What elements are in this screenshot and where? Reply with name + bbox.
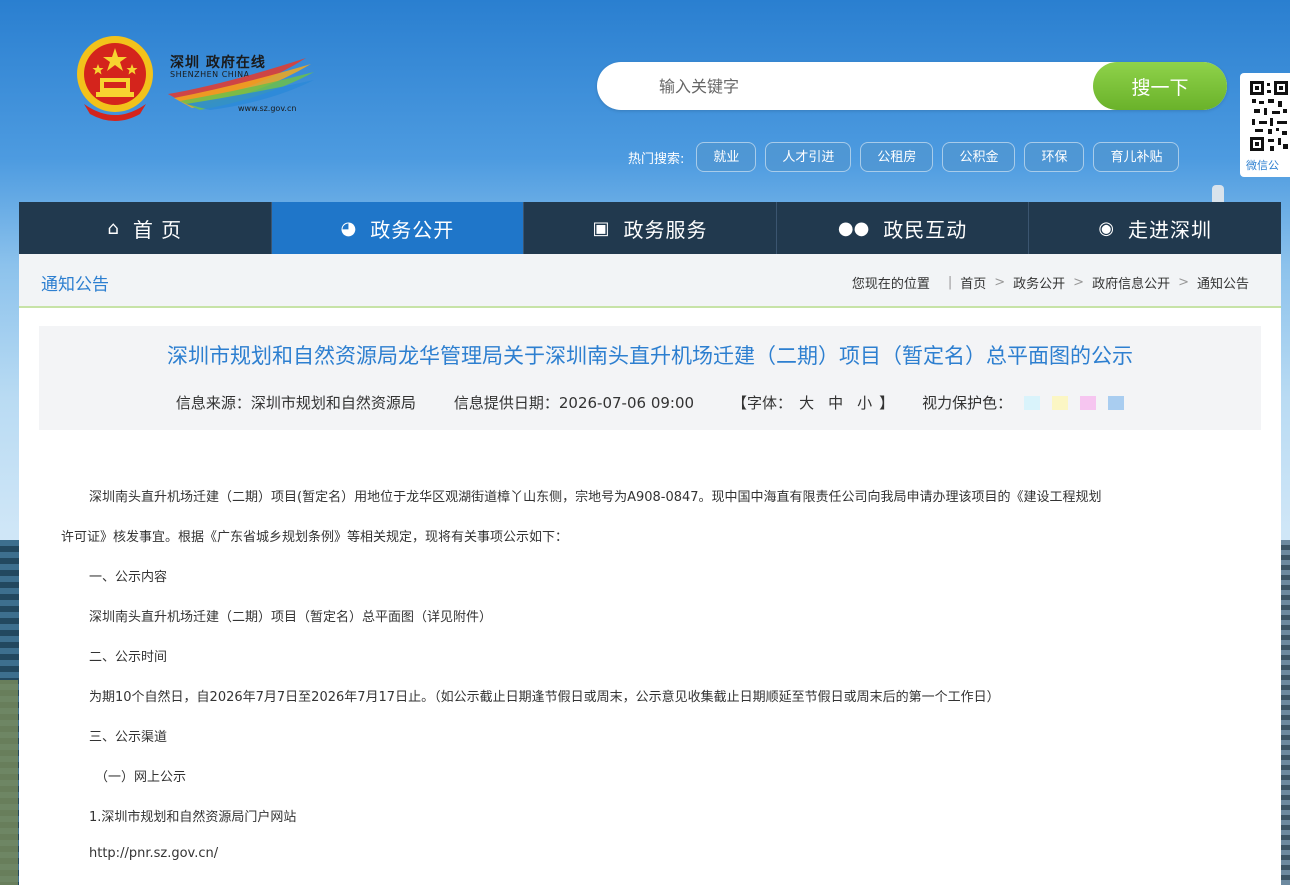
- site-logo[interactable]: 深圳 政府在线 SHENZHEN CHINA www.sz.gov.cn: [166, 50, 316, 116]
- sub-heading: （一）网上公示: [95, 770, 187, 785]
- hot-searches: 热门搜索: 就业 人才引进 公租房 公积金 环保 育儿补贴: [628, 142, 1188, 172]
- breadcrumb-lead: 您现在的位置: [851, 277, 930, 292]
- article-paragraph: 深圳南头直升机场迁建（二期）项目(暂定名）用地位于龙华区观湖街道樟丫山东侧，宗地…: [89, 490, 1102, 505]
- eye-color-yellow-swatch[interactable]: [1052, 395, 1069, 410]
- font-size-small[interactable]: 小: [857, 392, 872, 413]
- breadcrumb-divider: |: [947, 275, 953, 290]
- info-source: 信息来源：深圳市规划和自然资源局: [175, 394, 416, 412]
- logo-url: www.sz.gov.cn: [238, 104, 297, 113]
- breadcrumb-government-affairs[interactable]: 政务公开: [1013, 273, 1065, 292]
- nav-interaction[interactable]: ●● 政民互动: [777, 202, 1030, 254]
- eye-color-pink-swatch[interactable]: [1080, 395, 1097, 410]
- hot-tag-environment[interactable]: 环保: [1024, 142, 1085, 172]
- eye-color-cyan-swatch[interactable]: [1024, 395, 1041, 410]
- font-size-medium[interactable]: 中: [828, 392, 843, 413]
- font-size-large[interactable]: 大: [799, 392, 814, 413]
- nav-government-affairs-label: 政务公开: [370, 217, 455, 242]
- eye-color-blue-swatch[interactable]: [1108, 395, 1125, 410]
- info-date: 信息提供日期：2026-07-06 09:00: [453, 394, 695, 412]
- search-box: 搜一下: [597, 62, 1227, 110]
- wechat-qr-panel[interactable]: 微信公: [1240, 73, 1290, 177]
- nav-government-services-label: 政务服务: [623, 217, 708, 242]
- section-title: 通知公告: [41, 275, 109, 295]
- breadcrumb-separator: >: [1178, 275, 1189, 290]
- nav-government-affairs[interactable]: ◕ 政务公开: [271, 202, 525, 254]
- hot-tag-childcare-subsidy[interactable]: 育儿补贴: [1093, 142, 1180, 172]
- chat-icon: ◉: [1098, 217, 1115, 239]
- people-icon: ●●: [837, 217, 870, 239]
- hot-tag-housing-fund[interactable]: 公积金: [942, 142, 1016, 172]
- breadcrumb-bar: 通知公告 您现在的位置 | 首页 > 政务公开 > 政府信息公开 > 通知公告: [19, 254, 1281, 308]
- section-heading: 一、公示内容: [89, 570, 168, 585]
- qr-code-icon: [1250, 81, 1290, 153]
- article-header: 深圳市规划和自然资源局龙华管理局关于深圳南头直升机场迁建（二期）项目（暂定名）总…: [39, 326, 1261, 430]
- hot-tag-talent[interactable]: 人才引进: [765, 142, 852, 172]
- home-icon: ⌂: [107, 217, 119, 239]
- breadcrumb: 您现在的位置 | 首页 > 政务公开 > 政府信息公开 > 通知公告: [852, 273, 1249, 292]
- section-heading: 三、公示渠道: [89, 730, 168, 745]
- breadcrumb-separator: >: [994, 275, 1006, 290]
- article-paragraph: 为期10个自然日，自2026年7月7日至2026年7月17日止。（如公示截止日期…: [89, 690, 1000, 705]
- section-heading: 二、公示时间: [89, 650, 168, 665]
- breadcrumb-home[interactable]: 首页: [960, 273, 986, 292]
- article-meta: 信息来源：深圳市规划和自然资源局 信息提供日期：2026-07-06 09:00…: [39, 392, 1261, 413]
- nav-government-services[interactable]: ▣ 政务服务: [524, 202, 777, 254]
- background-building-left-2: [0, 680, 18, 885]
- eye-protection-label: 视力保护色：: [922, 394, 1013, 412]
- article-content: 深圳市规划和自然资源局龙华管理局关于深圳南头直升机场迁建（二期）项目（暂定名）总…: [19, 308, 1281, 885]
- article-title: 深圳市规划和自然资源局龙华管理局关于深圳南头直升机场迁建（二期）项目（暂定名）总…: [167, 344, 1133, 368]
- nav-home-label: 首 页: [132, 217, 183, 242]
- hot-tag-public-housing[interactable]: 公租房: [860, 142, 934, 172]
- breadcrumb-notices[interactable]: 通知公告: [1197, 273, 1249, 292]
- monitor-icon: ▣: [592, 217, 610, 239]
- nav-about-shenzhen[interactable]: ◉ 走进深圳: [1029, 202, 1281, 254]
- logo-ribbon-icon: [168, 58, 314, 110]
- article-paragraph: 许可证》核发事宜。根据《广东省城乡规划条例》等相关规定，现将有关事项公示如下：: [61, 530, 569, 545]
- search-button[interactable]: 搜一下: [1093, 62, 1227, 110]
- website-link[interactable]: http://pnr.sz.gov.cn/: [89, 846, 218, 861]
- article-paragraph: 深圳南头直升机场迁建（二期）项目（暂定名）总平面图（详见附件）: [89, 610, 493, 625]
- hot-search-label: 热门搜索:: [628, 151, 685, 167]
- search-input[interactable]: [637, 62, 1087, 110]
- qr-label: 微信公: [1246, 159, 1279, 172]
- nav-home[interactable]: ⌂ 首 页: [19, 202, 272, 254]
- breadcrumb-separator: >: [1073, 275, 1085, 290]
- font-size-label: 【字体：: [732, 394, 793, 412]
- globe-icon: ◕: [340, 217, 357, 239]
- font-size-close: 】: [879, 394, 895, 412]
- nav-interaction-label: 政民互动: [883, 217, 968, 242]
- nav-about-shenzhen-label: 走进深圳: [1128, 217, 1213, 242]
- hot-tag-employment[interactable]: 就业: [696, 142, 757, 172]
- article-paragraph: 1.深圳市规划和自然资源局门户网站: [89, 810, 297, 825]
- background-building-right: [1280, 540, 1290, 885]
- main-nav: ⌂ 首 页 ◕ 政务公开 ▣ 政务服务 ●● 政民互动 ◉ 走进深圳: [19, 202, 1281, 254]
- breadcrumb-information-disclosure[interactable]: 政府信息公开: [1092, 273, 1170, 292]
- national-emblem-icon[interactable]: [74, 34, 156, 122]
